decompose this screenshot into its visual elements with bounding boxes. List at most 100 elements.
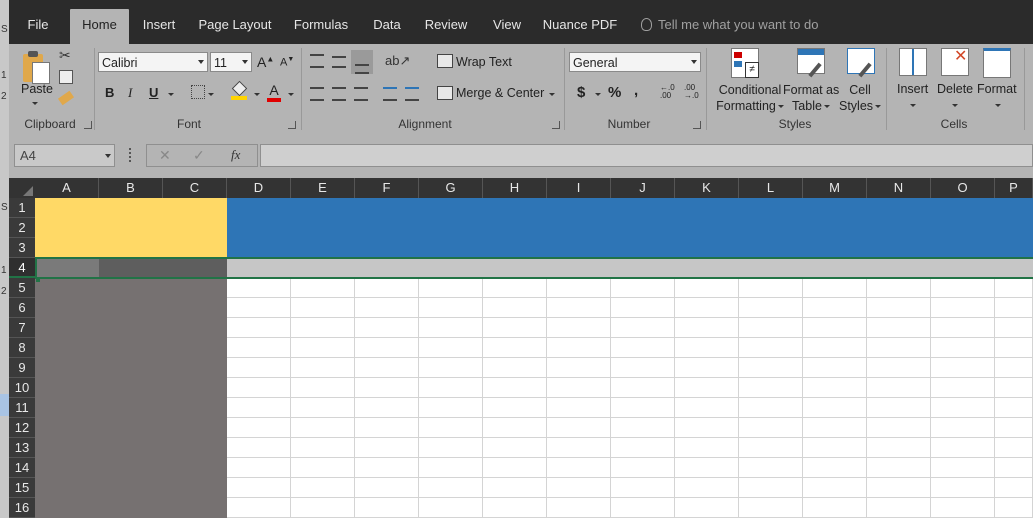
dark-filled-range[interactable]	[35, 278, 227, 518]
merge-center-icon[interactable]	[437, 86, 453, 100]
format-cells-icon[interactable]	[983, 48, 1011, 78]
column-header-f[interactable]: F	[355, 178, 419, 198]
wrap-text-button[interactable]: Wrap Text	[456, 55, 512, 69]
insert-dropdown-icon[interactable]	[910, 104, 916, 107]
format-dropdown-icon[interactable]	[995, 104, 1001, 107]
yellow-filled-range[interactable]	[35, 198, 227, 258]
column-header-m[interactable]: M	[803, 178, 867, 198]
column-header-p[interactable]: P	[995, 178, 1033, 198]
insert-cells-icon[interactable]	[899, 48, 927, 76]
paste-dropdown-icon[interactable]	[32, 102, 38, 105]
font-color-dropdown-icon[interactable]	[288, 93, 294, 96]
row-header-5[interactable]: 5	[9, 278, 35, 298]
align-left-icon[interactable]	[310, 87, 324, 101]
font-name-select[interactable]: Calibri	[98, 52, 208, 72]
borders-dropdown-icon[interactable]	[208, 93, 214, 96]
row-header-3[interactable]: 3	[9, 238, 35, 258]
column-header-d[interactable]: D	[227, 178, 291, 198]
insert-function-icon[interactable]: fx	[231, 147, 240, 163]
selected-row[interactable]	[35, 258, 1033, 278]
column-header-j[interactable]: J	[611, 178, 675, 198]
row-header-2[interactable]: 2	[9, 218, 35, 238]
font-color-icon[interactable]: A	[267, 82, 281, 102]
conditional-formatting-button[interactable]: Conditional Formatting	[714, 82, 786, 114]
fill-handle[interactable]	[36, 277, 40, 282]
paste-label[interactable]: Paste	[21, 82, 53, 96]
shrink-font-button[interactable]: A▼	[280, 56, 294, 69]
wrap-text-icon[interactable]	[437, 54, 453, 68]
italic-button[interactable]: I	[128, 85, 132, 101]
underline-button[interactable]: U	[149, 85, 158, 100]
column-header-h[interactable]: H	[483, 178, 547, 198]
grow-font-button[interactable]: A▲	[257, 54, 274, 70]
align-middle-icon[interactable]	[332, 56, 346, 68]
active-cell[interactable]	[35, 258, 99, 278]
column-header-i[interactable]: I	[547, 178, 611, 198]
row-header-1[interactable]: 1	[9, 198, 35, 218]
column-header-k[interactable]: K	[675, 178, 739, 198]
format-painter-icon[interactable]	[57, 90, 75, 106]
tab-view[interactable]: View	[487, 9, 527, 44]
paste-icon[interactable]	[21, 50, 50, 84]
align-top-icon[interactable]	[310, 54, 324, 68]
row-header-6[interactable]: 6	[9, 298, 35, 318]
tab-page-layout[interactable]: Page Layout	[195, 9, 275, 44]
confirm-entry-icon[interactable]: ✓	[193, 147, 205, 164]
tab-insert[interactable]: Insert	[137, 9, 181, 44]
merge-dropdown-icon[interactable]	[549, 93, 555, 96]
row-header-4[interactable]: 4	[9, 258, 35, 278]
alignment-launcher-icon[interactable]	[552, 121, 560, 129]
column-header-o[interactable]: O	[931, 178, 995, 198]
underline-dropdown-icon[interactable]	[168, 93, 174, 96]
number-format-select[interactable]: General	[569, 52, 701, 72]
format-as-table-button[interactable]: Format as Table	[783, 82, 839, 114]
column-header-a[interactable]: A	[35, 178, 99, 198]
column-header-e[interactable]: E	[291, 178, 355, 198]
increase-decimal-button[interactable]: ←.0 .00	[660, 84, 678, 100]
align-bottom-button[interactable]	[351, 50, 373, 74]
formula-input[interactable]	[260, 144, 1033, 167]
insert-cells-button[interactable]: Insert	[897, 82, 928, 96]
borders-icon[interactable]	[191, 85, 205, 99]
tab-data[interactable]: Data	[367, 9, 407, 44]
formula-bar-grip-icon[interactable]	[129, 148, 133, 162]
comma-button[interactable]: ,	[634, 82, 638, 99]
row-header-12[interactable]: 12	[9, 418, 35, 438]
delete-dropdown-icon[interactable]	[952, 104, 958, 107]
tab-file[interactable]: File	[17, 9, 59, 44]
column-header-g[interactable]: G	[419, 178, 483, 198]
row-header-14[interactable]: 14	[9, 458, 35, 478]
column-header-l[interactable]: L	[739, 178, 803, 198]
delete-cells-button[interactable]: Delete	[937, 82, 973, 96]
font-launcher-icon[interactable]	[288, 121, 296, 129]
column-header-c[interactable]: C	[163, 178, 227, 198]
cancel-entry-icon[interactable]: ✕	[159, 147, 171, 164]
merge-center-button[interactable]: Merge & Center	[456, 86, 544, 100]
conditional-formatting-icon[interactable]: ≠	[731, 48, 759, 78]
copy-icon[interactable]	[59, 70, 73, 84]
cut-icon[interactable]: ✂	[59, 48, 73, 62]
row-header-8[interactable]: 8	[9, 338, 35, 358]
row-header-7[interactable]: 7	[9, 318, 35, 338]
column-header-n[interactable]: N	[867, 178, 931, 198]
clipboard-launcher-icon[interactable]	[84, 121, 92, 129]
format-cells-button[interactable]: Format	[977, 82, 1017, 96]
increase-indent-icon[interactable]	[405, 87, 419, 101]
tab-home[interactable]: Home	[70, 9, 129, 44]
fill-color-icon[interactable]	[231, 80, 248, 100]
tab-nuance-pdf[interactable]: Nuance PDF	[541, 9, 619, 44]
row-header-15[interactable]: 15	[9, 478, 35, 498]
orientation-icon[interactable]: ab↗	[385, 54, 410, 68]
currency-dropdown-icon[interactable]	[595, 93, 601, 96]
percent-button[interactable]: %	[608, 84, 621, 101]
delete-cells-icon[interactable]: ✕	[941, 48, 969, 76]
font-size-select[interactable]: 11	[210, 52, 252, 72]
cell-styles-button[interactable]: Cell Styles	[839, 82, 882, 114]
format-as-table-icon[interactable]	[797, 48, 825, 78]
row-header-9[interactable]: 9	[9, 358, 35, 378]
tell-me-search[interactable]: Tell me what you want to do	[641, 9, 818, 41]
select-all-corner[interactable]	[9, 178, 35, 198]
row-header-10[interactable]: 10	[9, 378, 35, 398]
row-header-11[interactable]: 11	[9, 398, 35, 418]
tab-formulas[interactable]: Formulas	[289, 9, 353, 44]
